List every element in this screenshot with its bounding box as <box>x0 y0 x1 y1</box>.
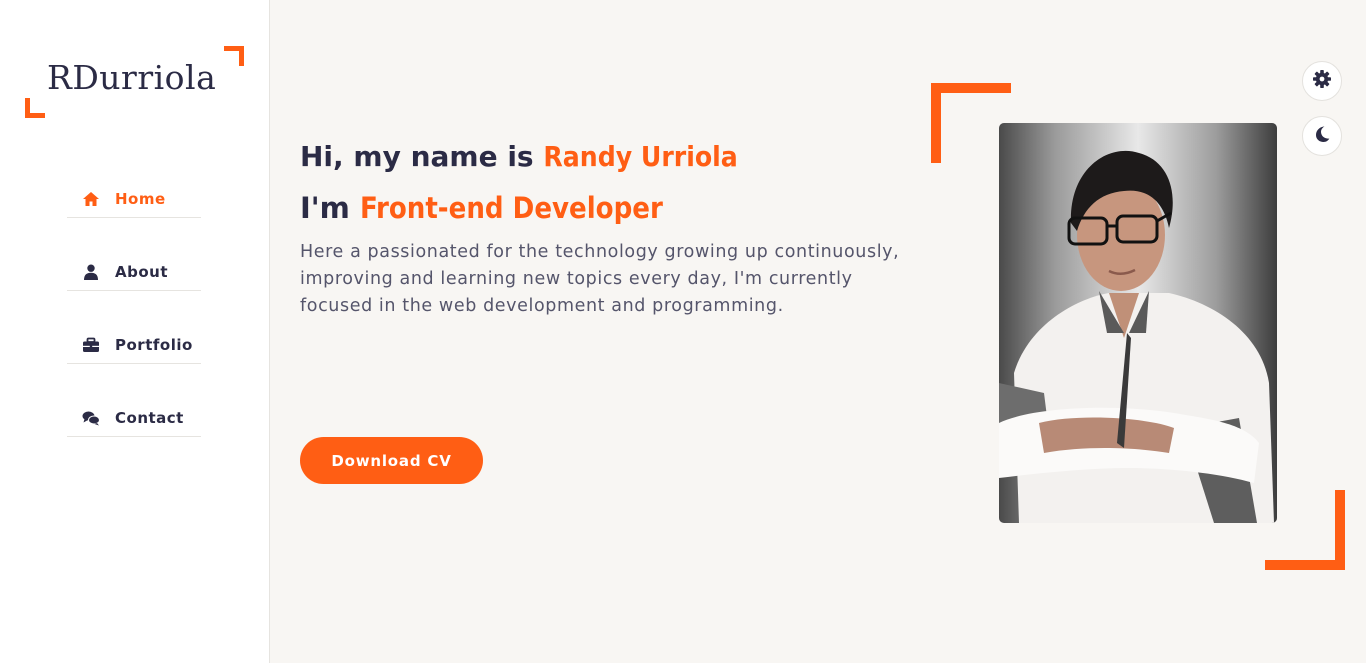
logo[interactable]: RDurriola <box>25 46 245 118</box>
hero-role: I'm Front-end Developer <box>300 191 663 225</box>
home-icon <box>81 191 101 207</box>
briefcase-icon <box>81 337 101 353</box>
profile-photo <box>999 123 1277 523</box>
nav-item-label: Contact <box>115 408 184 427</box>
photo-frame-bottom-right <box>1265 490 1345 570</box>
sidebar: RDurriola Home About Portfolio Contact <box>0 0 270 663</box>
main-nav: Home About Portfolio Contact <box>67 180 201 472</box>
nav-item-label: Home <box>115 189 166 208</box>
logo-corner-bottom-left <box>25 98 45 118</box>
user-icon <box>81 264 101 280</box>
logo-corner-top-right <box>224 46 244 66</box>
hero-name: Randy Urriola <box>543 140 738 173</box>
nav-item-about[interactable]: About <box>67 253 201 291</box>
nav-item-portfolio[interactable]: Portfolio <box>67 326 201 364</box>
moon-icon <box>1312 124 1332 148</box>
theme-toggle-button[interactable] <box>1302 116 1342 156</box>
hero-greeting: Hi, my name is Randy Urriola <box>300 140 738 173</box>
nav-item-contact[interactable]: Contact <box>67 399 201 437</box>
settings-button[interactable] <box>1302 61 1342 101</box>
nav-item-label: About <box>115 262 169 281</box>
hero-section: Hi, my name is Randy Urriola I'm Front-e… <box>300 140 910 320</box>
comments-icon <box>81 410 101 426</box>
nav-item-home[interactable]: Home <box>67 180 201 218</box>
hero-role-title: Front-end Developer <box>359 191 663 225</box>
logo-text: RDurriola <box>47 58 217 97</box>
download-cv-button[interactable]: Download CV <box>300 437 483 484</box>
nav-item-label: Portfolio <box>115 335 193 354</box>
hero-description: Here a passionated for the technology gr… <box>300 242 900 316</box>
gear-icon <box>1312 69 1332 93</box>
